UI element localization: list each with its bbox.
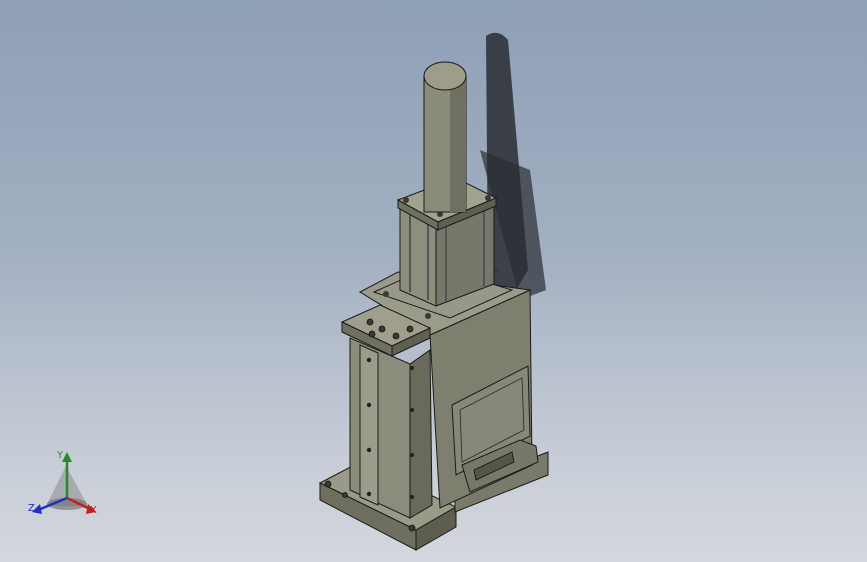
carriage-front[interactable]: [349, 337, 411, 519]
plate-hole: [378, 325, 386, 333]
y-arrow-icon: [62, 452, 72, 462]
3d-model[interactable]: [0, 0, 867, 562]
rail-hole: [366, 357, 372, 363]
carriage-hole: [410, 366, 414, 370]
linear-rail: [359, 344, 379, 506]
carriage-hole: [410, 408, 414, 412]
piston-rod-shade: [450, 76, 466, 212]
rail-hole: [366, 491, 372, 497]
cap-bolt: [485, 195, 491, 201]
base-hole: [342, 492, 348, 498]
graphics-viewport[interactable]: Y X Z: [0, 0, 867, 562]
plate-hole: [406, 325, 414, 333]
plate-hole: [392, 332, 400, 340]
base-hole: [408, 524, 416, 532]
rail-hole: [366, 447, 372, 453]
piston-rod-top: [423, 61, 467, 91]
carriage-hole: [410, 453, 414, 457]
plate-hole: [368, 330, 376, 338]
flange-hole: [383, 291, 389, 297]
carriage-side: [409, 349, 433, 519]
z-axis-label: Z: [28, 503, 35, 514]
plate-hole: [366, 318, 374, 326]
x-axis-label: X: [90, 505, 97, 516]
cap-bolt: [403, 197, 409, 203]
base-hole: [324, 480, 332, 488]
flange-hole: [425, 313, 431, 319]
orientation-triad: [32, 452, 96, 514]
carriage-hole: [410, 495, 414, 499]
y-axis-label: Y: [57, 450, 64, 461]
rail-hole: [366, 402, 372, 408]
